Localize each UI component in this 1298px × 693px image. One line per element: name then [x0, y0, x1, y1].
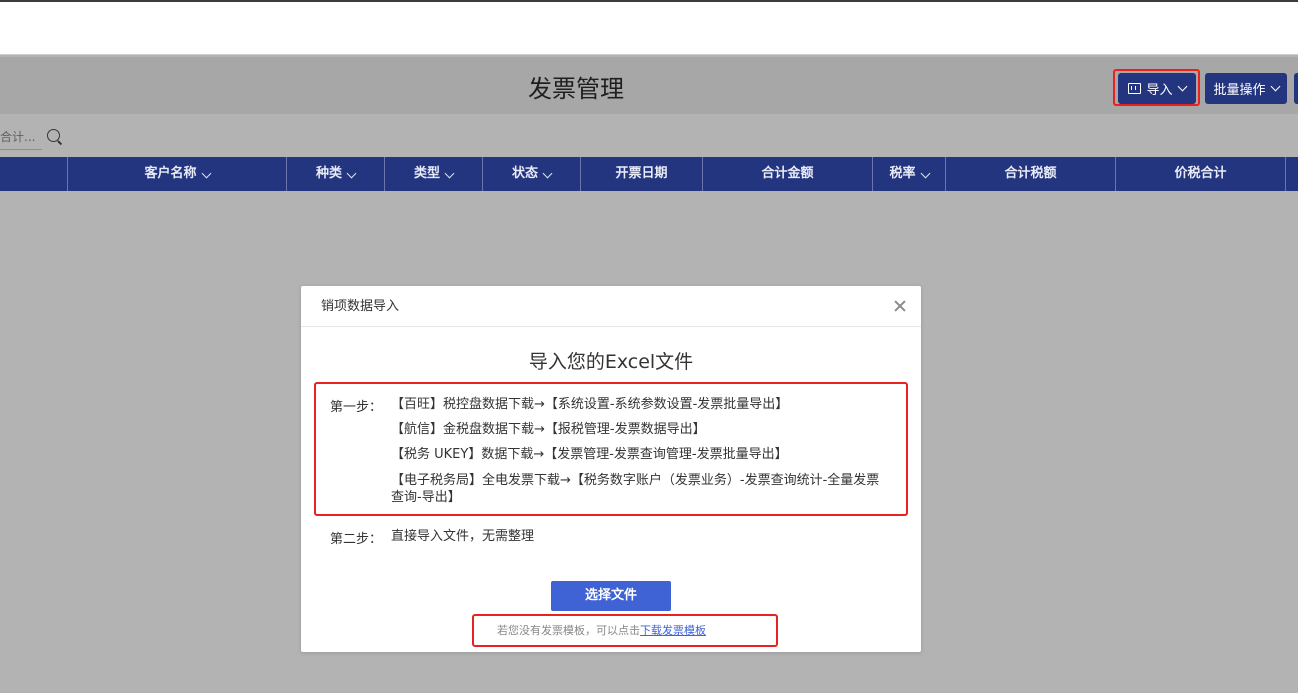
column-header-grand-total[interactable]: 价税合计 — [1115, 157, 1285, 191]
column-header-issue-date[interactable]: 开票日期 — [580, 157, 702, 191]
column-header-tax-rate[interactable]: 税率 — [872, 157, 945, 191]
column-header-type[interactable]: 类型 — [384, 157, 482, 191]
more-button[interactable] — [1294, 73, 1298, 104]
step1-highlight-box — [314, 382, 908, 516]
search-icon[interactable] — [47, 129, 60, 142]
template-hint-highlight-box — [472, 614, 778, 647]
search-input[interactable]: 合计... — [0, 126, 42, 150]
close-icon[interactable] — [892, 298, 908, 314]
column-header-kind[interactable]: 种类 — [286, 157, 384, 191]
chevron-down-icon — [1270, 81, 1280, 92]
dialog-title: 销项数据导入 — [321, 299, 400, 314]
column-header-status[interactable]: 状态 — [482, 157, 580, 191]
page-header: 发票管理 导入 批量操作 — [0, 57, 1298, 114]
import-dialog: 销项数据导入 导入您的Excel文件 第一步： 【百旺】税控盘数据下载→【系统设… — [301, 286, 921, 652]
chevron-down-icon — [542, 168, 553, 179]
step2-label: 第二步： — [330, 532, 383, 547]
batch-operations-button[interactable]: 批量操作 — [1205, 73, 1287, 104]
search-row: 合计... — [0, 114, 1298, 157]
column-header-total-amount[interactable]: 合计金额 — [702, 157, 872, 191]
column-header-total-tax[interactable]: 合计税额 — [945, 157, 1115, 191]
column-header-extra — [1285, 157, 1298, 191]
import-highlight-box — [1113, 69, 1200, 106]
chevron-down-icon — [201, 168, 211, 179]
page-title: 发票管理 — [528, 75, 624, 103]
chevron-down-icon — [444, 168, 455, 179]
chevron-down-icon — [346, 168, 357, 179]
dialog-header: 销项数据导入 — [301, 286, 921, 327]
select-file-button[interactable]: 选择文件 — [551, 581, 671, 611]
column-header-customer[interactable]: 客户名称 — [67, 157, 286, 191]
table-header: 客户名称 种类 类型 状态 开票日期 合计金额 税率 合计税额 价税合计 — [0, 157, 1298, 191]
dialog-heading: 导入您的Excel文件 — [528, 351, 694, 373]
batch-button-label: 批量操作 — [1213, 83, 1266, 98]
chevron-down-icon — [920, 168, 930, 179]
top-blank-bar — [0, 2, 1298, 55]
step2-text: 直接导入文件，无需整理 — [391, 529, 535, 544]
